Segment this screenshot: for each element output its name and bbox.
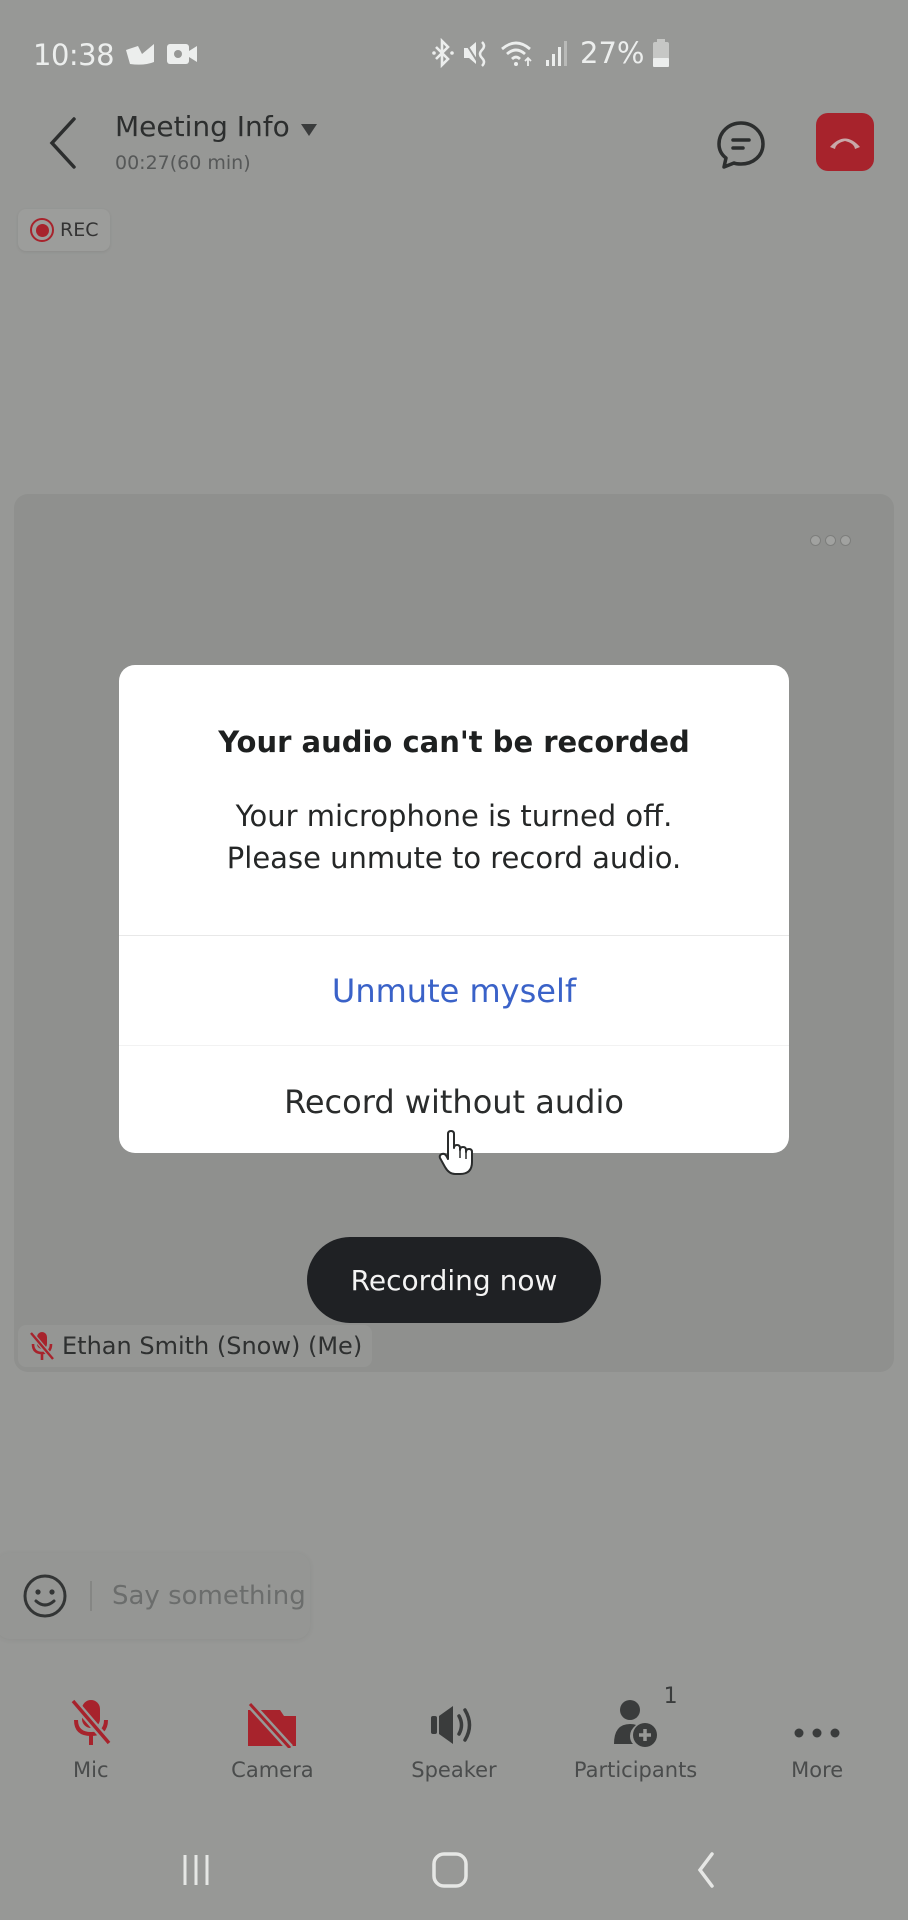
status-left-icons: [124, 40, 198, 68]
rec-label: REC: [60, 219, 99, 241]
back-icon: [697, 1852, 714, 1888]
end-call-icon: [830, 138, 860, 149]
dialog-message: Your microphone is turned off. Please un…: [119, 795, 789, 879]
participant-name: Ethan Smith (Snow) (Me): [62, 1332, 363, 1360]
chat-placeholder[interactable]: Say something: [112, 1581, 306, 1611]
status-time: 10:38: [33, 38, 115, 72]
end-call-button[interactable]: [816, 113, 874, 171]
toolbar-mic[interactable]: Mic: [0, 1690, 182, 1790]
participant-name-tag: Ethan Smith (Snow) (Me): [18, 1325, 373, 1367]
rec-badge[interactable]: REC: [18, 209, 111, 251]
recording-toast: Recording now: [307, 1237, 601, 1323]
nav-back-button[interactable]: [670, 1840, 742, 1900]
chat-input[interactable]: Say something: [0, 1553, 310, 1639]
vibrate-icon: [464, 41, 486, 67]
toolbar-camera[interactable]: Camera: [182, 1690, 364, 1790]
system-nav-bar: [0, 1840, 908, 1900]
status-right-icons: 27%: [432, 36, 670, 70]
camera-off-icon: [247, 1702, 297, 1748]
mic-off-icon: [69, 1698, 112, 1746]
more-horizontal-icon: [794, 1728, 840, 1738]
signal-icon: [546, 41, 567, 66]
dropdown-caret-icon[interactable]: [300, 122, 318, 141]
dialog-title: Your audio can't be recorded: [218, 725, 690, 759]
participants-add-icon: [613, 1700, 657, 1747]
more-dots-icon[interactable]: [810, 535, 851, 546]
dialog-divider: [119, 1045, 789, 1046]
bluetooth-icon: [432, 38, 454, 68]
mic-off-icon: [29, 1331, 55, 1361]
toolbar-label: Mic: [73, 1758, 109, 1782]
recents-button[interactable]: [160, 1840, 232, 1900]
speaker-icon: [430, 1706, 472, 1744]
battery-percent: 27%: [580, 36, 645, 70]
participant-count: 1: [663, 1684, 678, 1709]
meeting-duration: 00:27(60 min): [115, 152, 251, 174]
chat-button[interactable]: [714, 118, 768, 172]
smiley-icon[interactable]: [22, 1573, 68, 1619]
home-button[interactable]: [414, 1840, 486, 1900]
chat-bubble-icon: [717, 121, 765, 169]
toolbar-speaker[interactable]: Speaker: [363, 1690, 545, 1790]
chevron-left-icon: [49, 117, 76, 169]
dialog-divider: [119, 935, 789, 936]
dialog-message-line1: Your microphone is turned off.: [235, 799, 673, 833]
unmute-myself-button[interactable]: Unmute myself: [119, 937, 789, 1045]
notification-app-icon: [126, 44, 154, 65]
dialog-message-line2: Please unmute to record audio.: [226, 841, 682, 875]
meeting-info-title[interactable]: Meeting Info: [115, 110, 290, 143]
bottom-toolbar: Mic Camera Speaker 1 Participants More: [0, 1684, 908, 1790]
audio-warning-dialog: Your audio can't be recorded Your microp…: [119, 665, 789, 1153]
home-icon: [432, 1852, 468, 1888]
back-button[interactable]: [44, 115, 84, 171]
hand-pointer-cursor-icon: [438, 1130, 474, 1180]
toolbar-label: Camera: [231, 1758, 314, 1782]
toolbar-label: More: [791, 1758, 844, 1782]
battery-icon: [653, 39, 670, 67]
input-separator: [90, 1581, 92, 1611]
recents-icon: [183, 1855, 209, 1885]
record-dot-icon: [30, 218, 54, 242]
toolbar-more[interactable]: More: [726, 1690, 908, 1790]
toolbar-label: Participants: [573, 1758, 698, 1782]
video-record-icon: [167, 44, 197, 64]
toolbar-participants[interactable]: 1 Participants: [545, 1684, 727, 1790]
toolbar-label: Speaker: [411, 1758, 497, 1782]
wifi-icon: [501, 41, 532, 66]
